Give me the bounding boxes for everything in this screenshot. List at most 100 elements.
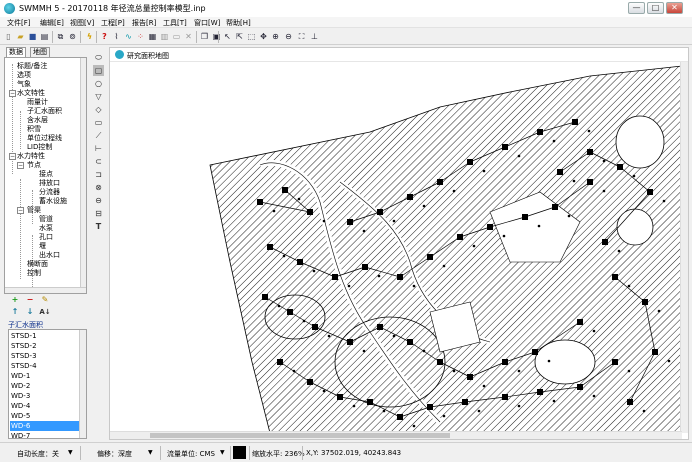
tree-item[interactable]: 接点 — [39, 170, 53, 178]
chevron-down-icon[interactable]: ▼ — [220, 449, 225, 456]
list-item[interactable]: STSD-3 — [10, 351, 80, 361]
tree-item[interactable]: 单位过程线 — [27, 134, 62, 142]
junction-node[interactable] — [652, 349, 658, 355]
tree-item[interactable]: 控制 — [27, 269, 41, 277]
list-item[interactable]: STSD-1 — [10, 331, 80, 341]
menu-help[interactable]: 帮助[H] — [226, 18, 251, 28]
junction-node[interactable] — [367, 399, 373, 405]
tree-item[interactable]: 雨量计 — [27, 98, 48, 106]
subcatchment-centroid[interactable] — [472, 244, 476, 248]
junction-node[interactable] — [377, 324, 383, 330]
minimize-button[interactable]: — — [628, 2, 645, 14]
junction-node[interactable] — [437, 179, 443, 185]
junction-node[interactable] — [577, 384, 583, 390]
subcatchment-centroid[interactable] — [602, 159, 606, 163]
subcatchment-centroid[interactable] — [377, 274, 381, 278]
subcatchment-centroid[interactable] — [312, 269, 316, 273]
junction-node[interactable] — [532, 349, 538, 355]
junction-node[interactable] — [262, 294, 268, 300]
list-item[interactable]: WD-7 — [10, 431, 80, 438]
subcatchment-centroid[interactable] — [442, 264, 446, 268]
conduit-tool-icon[interactable]: ⟋ — [93, 130, 104, 141]
junction-node[interactable] — [462, 399, 468, 405]
junction-node[interactable] — [427, 254, 433, 260]
tree-item[interactable]: 气象 — [17, 80, 31, 88]
subcatchment-centroid[interactable] — [452, 369, 456, 373]
collapse-icon[interactable]: − — [17, 207, 24, 214]
subcatchment-centroid[interactable] — [592, 394, 596, 398]
subcatchment-centroid[interactable] — [412, 284, 416, 288]
subcatchment-centroid[interactable] — [627, 369, 631, 373]
tree-item[interactable]: 含水层 — [27, 116, 48, 124]
subcatchment-centroid[interactable] — [667, 359, 671, 363]
save-icon[interactable]: ■ — [27, 31, 38, 42]
subcatchment-centroid[interactable] — [282, 254, 286, 258]
tab-map[interactable]: 地图 — [30, 47, 50, 57]
rain-gage-tool-icon[interactable]: ⬭ — [93, 52, 104, 63]
junction-tool-icon[interactable]: ○ — [93, 78, 104, 89]
junction-node[interactable] — [337, 394, 343, 400]
menu-view[interactable]: 视图[V] — [70, 18, 94, 28]
junction-node[interactable] — [467, 159, 473, 165]
tree-item[interactable]: 标题/备注 — [17, 62, 47, 70]
tree-item[interactable]: 蓄水设施 — [39, 197, 67, 205]
tree-item[interactable]: 选项 — [17, 71, 31, 79]
subcatchment-centroid[interactable] — [517, 404, 521, 408]
subcatchment-centroid[interactable] — [572, 179, 576, 183]
list-vertical-scrollbar[interactable] — [79, 330, 86, 438]
delete-object-button[interactable]: − — [25, 295, 35, 305]
tree-item[interactable]: 管渠 — [27, 206, 41, 214]
subcatchment-centroid[interactable] — [592, 329, 596, 333]
map-canvas[interactable] — [110, 62, 682, 433]
subcatchment-centroid[interactable] — [422, 204, 426, 208]
subcatchment-centroid[interactable] — [292, 369, 296, 373]
subcatchment-centroid[interactable] — [482, 384, 486, 388]
table-icon[interactable]: ▦ — [147, 31, 158, 42]
list-item[interactable]: WD-3 — [10, 391, 80, 401]
junction-node[interactable] — [502, 394, 508, 400]
subcatchment-centroid[interactable] — [452, 189, 456, 193]
menu-tools[interactable]: 工具[T] — [163, 18, 187, 28]
tree-item[interactable]: 水文特性 — [17, 89, 45, 97]
chevron-down-icon[interactable]: ▼ — [148, 449, 153, 456]
junction-node[interactable] — [397, 414, 403, 420]
junction-node[interactable] — [587, 149, 593, 155]
subcatchment-tool-icon[interactable]: ▢ — [93, 65, 104, 76]
chevron-down-icon[interactable]: ▼ — [68, 449, 73, 456]
close-button[interactable]: ✕ — [666, 2, 683, 14]
junction-node[interactable] — [537, 129, 543, 135]
run-icon[interactable]: ϟ — [84, 31, 95, 42]
auto-length-status[interactable]: 自动长度：关 — [17, 449, 59, 459]
map-horizontal-scrollbar[interactable] — [110, 431, 682, 439]
tree-item[interactable]: 子汇水面积 — [27, 107, 62, 115]
pump-tool-icon[interactable]: ⊢ — [93, 143, 104, 154]
data-tree[interactable]: 标题/备注 选项 气象 − 水文特性 雨量计 子汇水面积 含水层 积雪 单位过程… — [4, 57, 87, 294]
time-plot-icon[interactable]: ∿ — [123, 31, 134, 42]
tree-item[interactable]: 堰 — [39, 242, 46, 250]
measure-icon[interactable]: ⊥ — [309, 31, 320, 42]
list-item[interactable]: STSD-4 — [10, 361, 80, 371]
junction-node[interactable] — [502, 144, 508, 150]
object-list[interactable]: STSD-1 STSD-2 STSD-3 STSD-4 WD-1 WD-2 WD… — [8, 329, 87, 439]
tree-item[interactable]: 水力特性 — [17, 152, 45, 160]
tree-item[interactable]: 排放口 — [39, 179, 60, 187]
junction-node[interactable] — [347, 219, 353, 225]
add-object-button[interactable]: + — [10, 295, 20, 305]
storage-tool-icon[interactable]: ▭ — [93, 117, 104, 128]
subcatchment-centroid[interactable] — [297, 197, 301, 201]
pan-icon[interactable]: ✥ — [258, 31, 269, 42]
subcatchment-centroid[interactable] — [602, 189, 606, 193]
subcatchment-centroid[interactable] — [502, 234, 506, 238]
junction-node[interactable] — [427, 404, 433, 410]
sort-button[interactable]: A↓ — [38, 307, 52, 317]
print-icon[interactable]: ▤ — [39, 31, 50, 42]
tree-item[interactable]: 分流器 — [39, 188, 60, 196]
tree-item[interactable]: 积雪 — [27, 125, 41, 133]
zoom-in-icon[interactable]: ⊕ — [270, 31, 281, 42]
list-item-selected[interactable]: WD-6 — [10, 421, 80, 431]
tab-data[interactable]: 数据 — [6, 47, 26, 57]
list-item[interactable]: WD-4 — [10, 401, 80, 411]
profile-plot-icon[interactable]: ⌇ — [111, 31, 122, 42]
junction-node[interactable] — [642, 299, 648, 305]
label-tool-icon[interactable]: ⊟ — [93, 208, 104, 219]
